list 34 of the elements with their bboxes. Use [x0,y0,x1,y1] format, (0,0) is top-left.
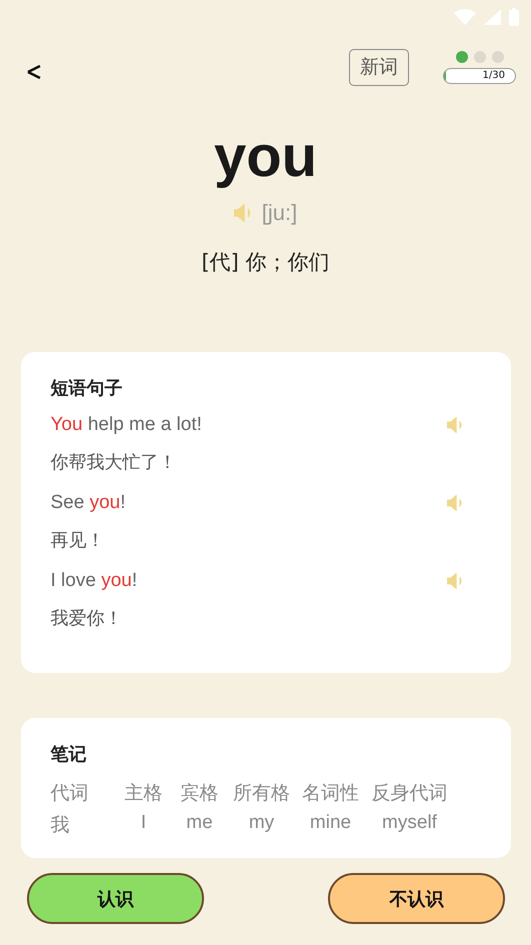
signal-icon [484,9,501,25]
table-cell-text: 反身代词 [370,782,448,806]
known-button[interactable]: 认识 [27,873,204,924]
sentence-translation: 你帮我大忙了！ [50,451,178,474]
sentence: I love you! [50,570,138,592]
sentence: You help me a lot! [50,414,202,436]
wifi-icon [454,9,476,25]
unknown-button[interactable]: 不认识 [328,873,505,924]
sentence-translation: 再见！ [50,529,106,552]
table-cell-text: 我 [50,814,70,838]
section-title: 短语句子 [50,377,124,400]
speaker-icon[interactable] [446,495,464,511]
table-cell-text: 所有格 [232,782,291,806]
progress-count: 1/30 [482,68,505,82]
sentence-translation: 我爱你！ [50,607,124,630]
battery-icon [509,8,519,26]
table-cell-text: I [140,812,148,835]
table-cell-text: myself [381,812,438,835]
table-cell-text: 名词性 [301,782,360,806]
table-cell-text: 宾格 [180,782,220,806]
section-title: 笔记 [50,743,88,766]
word-meaning: [代] 你；你们 [201,249,330,276]
table-cell-text: me [185,812,214,835]
phonetic: [ju:] [262,200,298,226]
new-word-button[interactable]: 新词 [349,48,409,86]
back-icon[interactable] [26,64,42,80]
sentence: See you! [50,492,126,514]
word-title: you [214,124,318,190]
speaker-icon[interactable] [446,417,464,433]
table-cell-text: mine [308,812,352,835]
table-cell-text: 代词 [50,782,90,806]
table-cell-text: my [248,812,276,835]
speaker-icon[interactable] [446,573,464,589]
table-cell-text: 主格 [124,782,164,806]
